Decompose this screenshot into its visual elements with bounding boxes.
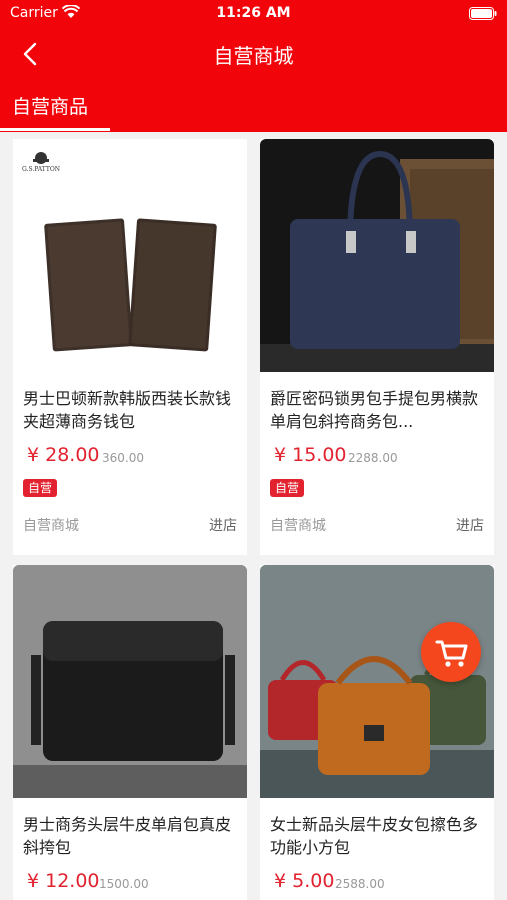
product-name[interactable]: 女士新品头层牛皮女包擦色多功能小方包 [270,813,488,859]
status-time: 11:26 AM [216,5,291,21]
page-title: 自营商城 [213,44,294,68]
shopping-cart-icon [435,640,468,667]
tab-bar: 自营商品 [0,80,507,132]
product-name[interactable]: 爵匠密码锁男包手提包男横款单肩包斜挎商务包... [270,387,488,433]
product-card[interactable]: 女士新品头层牛皮女包擦色多功能小方包 ¥ 5.00 2588.00 [260,565,494,900]
enter-shop-link[interactable]: 进店 [209,515,237,535]
product-card[interactable]: G.S.PATTON 男士巴顿新款韩版西装长款钱夹超薄商务钱包 ¥ 28.00 … [13,139,247,555]
product-image[interactable] [260,139,494,372]
nav-bar: 自营商城 [0,28,507,80]
self-operated-badge: 自营 [23,479,58,497]
product-price: ¥ 12.00 [27,870,100,892]
tab-self-operated[interactable]: 自营商品 [12,92,88,119]
tab-active-indicator [0,128,110,131]
product-original-price: 360.00 [102,451,144,465]
product-price: ¥ 5.00 [274,870,335,892]
product-image[interactable]: G.S.PATTON [13,139,247,372]
product-image[interactable] [13,565,247,798]
cart-button[interactable] [421,622,481,682]
product-grid: G.S.PATTON 男士巴顿新款韩版西装长款钱夹超薄商务钱包 ¥ 28.00 … [0,132,507,900]
brand-logo-text: G.S.PATTON [22,166,60,173]
product-card[interactable]: 男士商务头层牛皮单肩包真皮斜挎包 ¥ 12.00 1500.00 [13,565,247,900]
product-price: ¥ 28.00 [27,444,100,466]
self-operated-badge: 自营 [270,479,305,497]
product-original-price: 2288.00 [348,451,398,465]
enter-shop-link[interactable]: 进店 [456,515,484,535]
shop-name: 自营商城 [270,518,326,534]
product-name[interactable]: 男士巴顿新款韩版西装长款钱夹超薄商务钱包 [23,387,241,433]
shop-name: 自营商城 [23,518,79,534]
product-price: ¥ 15.00 [274,444,347,466]
product-original-price: 2588.00 [335,877,385,891]
battery-icon [469,7,497,20]
product-card[interactable]: 爵匠密码锁男包手提包男横款单肩包斜挎商务包... ¥ 15.00 2288.00… [260,139,494,555]
status-bar: Carrier 11:26 AM [0,0,507,28]
product-name[interactable]: 男士商务头层牛皮单肩包真皮斜挎包 [23,813,241,859]
product-original-price: 1500.00 [99,877,149,891]
